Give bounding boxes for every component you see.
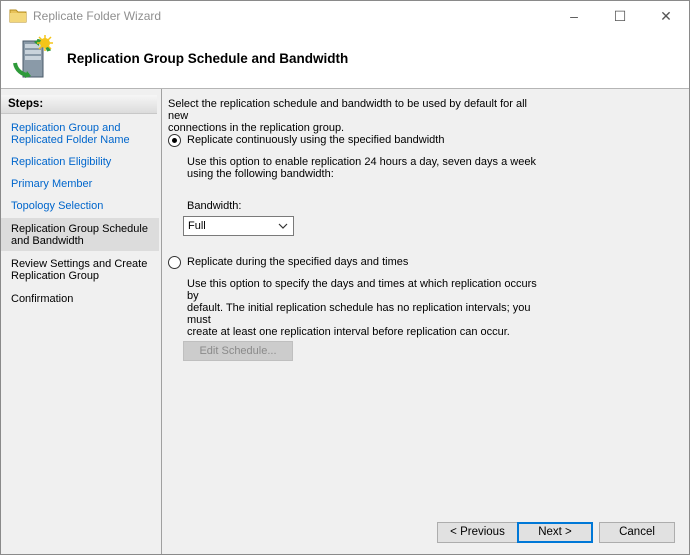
- intro-line1: Select the replication schedule and band…: [168, 98, 527, 122]
- step-label-line1: Replication Eligibility: [11, 156, 112, 168]
- previous-button[interactable]: < Previous: [437, 522, 518, 543]
- step-label-line1: Topology Selection: [11, 200, 104, 212]
- continuous-desc-line2: using the following bandwidth:: [187, 168, 334, 180]
- radio-button-selected[interactable]: [168, 134, 181, 147]
- maximize-button[interactable]: ☐: [597, 1, 643, 31]
- wizard-header: Replication Group Schedule and Bandwidth: [1, 31, 689, 89]
- step-schedule-bandwidth: Replication Group Schedule and Bandwidth: [1, 218, 159, 251]
- minimize-button[interactable]: –: [551, 1, 597, 31]
- intro-line2: connections in the replication group.: [168, 122, 345, 134]
- window-title: Replicate Folder Wizard: [33, 9, 162, 23]
- cancel-button[interactable]: Cancel: [599, 522, 675, 543]
- step-label-line2: Replication Group: [11, 270, 100, 282]
- step-label-line1: Replication Group and: [11, 122, 121, 134]
- steps-sidebar: Steps: Replication Group and Replicated …: [1, 89, 162, 554]
- main-content: Select the replication schedule and band…: [162, 89, 689, 554]
- bandwidth-select[interactable]: Full: [183, 216, 294, 236]
- radio-label-scheduled: Replicate during the specified days and …: [187, 256, 409, 268]
- step-label-line1: Primary Member: [11, 178, 93, 190]
- server-replication-icon: [13, 35, 53, 78]
- steps-header: Steps:: [1, 95, 157, 114]
- step-confirmation: Confirmation: [1, 293, 159, 305]
- continuous-description: Use this option to enable replication 24…: [187, 156, 547, 180]
- schedule-desc-line2: default. The initial replication schedul…: [187, 302, 531, 326]
- step-review-settings: Review Settings and Create Replication G…: [1, 258, 159, 282]
- step-label-line2: Replicated Folder Name: [11, 134, 130, 146]
- page-title: Replication Group Schedule and Bandwidth: [67, 51, 349, 66]
- next-button[interactable]: Next >: [517, 522, 593, 543]
- intro-text: Select the replication schedule and band…: [168, 98, 548, 134]
- step-replication-eligibility[interactable]: Replication Eligibility: [1, 156, 159, 168]
- continuous-desc-line1: Use this option to enable replication 24…: [187, 156, 536, 168]
- bandwidth-value: Full: [188, 220, 206, 232]
- step-label-line1: Confirmation: [11, 293, 74, 305]
- chevron-down-icon: [278, 223, 288, 229]
- wizard-window: Replicate Folder Wizard – ☐ ✕ Replicatio…: [0, 0, 690, 555]
- title-bar: Replicate Folder Wizard – ☐ ✕: [1, 1, 689, 31]
- edit-schedule-button[interactable]: Edit Schedule...: [183, 341, 293, 361]
- close-button[interactable]: ✕: [643, 1, 689, 31]
- step-primary-member[interactable]: Primary Member: [1, 178, 159, 190]
- schedule-desc-line3: create at least one replication interval…: [187, 326, 510, 338]
- radio-replicate-scheduled[interactable]: Replicate during the specified days and …: [168, 256, 468, 272]
- radio-label-continuous: Replicate continuously using the specifi…: [187, 134, 445, 146]
- step-replication-group-name[interactable]: Replication Group and Replicated Folder …: [1, 122, 159, 146]
- folder-icon: [9, 9, 27, 23]
- schedule-desc-line1: Use this option to specify the days and …: [187, 278, 537, 302]
- radio-button-unselected[interactable]: [168, 256, 181, 269]
- step-label-line1: Review Settings and Create: [11, 258, 148, 270]
- step-label-line1: Replication Group Schedule: [11, 223, 148, 235]
- step-topology-selection[interactable]: Topology Selection: [1, 200, 159, 212]
- radio-replicate-continuously[interactable]: Replicate continuously using the specifi…: [168, 134, 468, 150]
- schedule-description: Use this option to specify the days and …: [187, 278, 547, 338]
- bandwidth-label: Bandwidth:: [187, 200, 242, 212]
- step-label-line2: and Bandwidth: [11, 235, 84, 247]
